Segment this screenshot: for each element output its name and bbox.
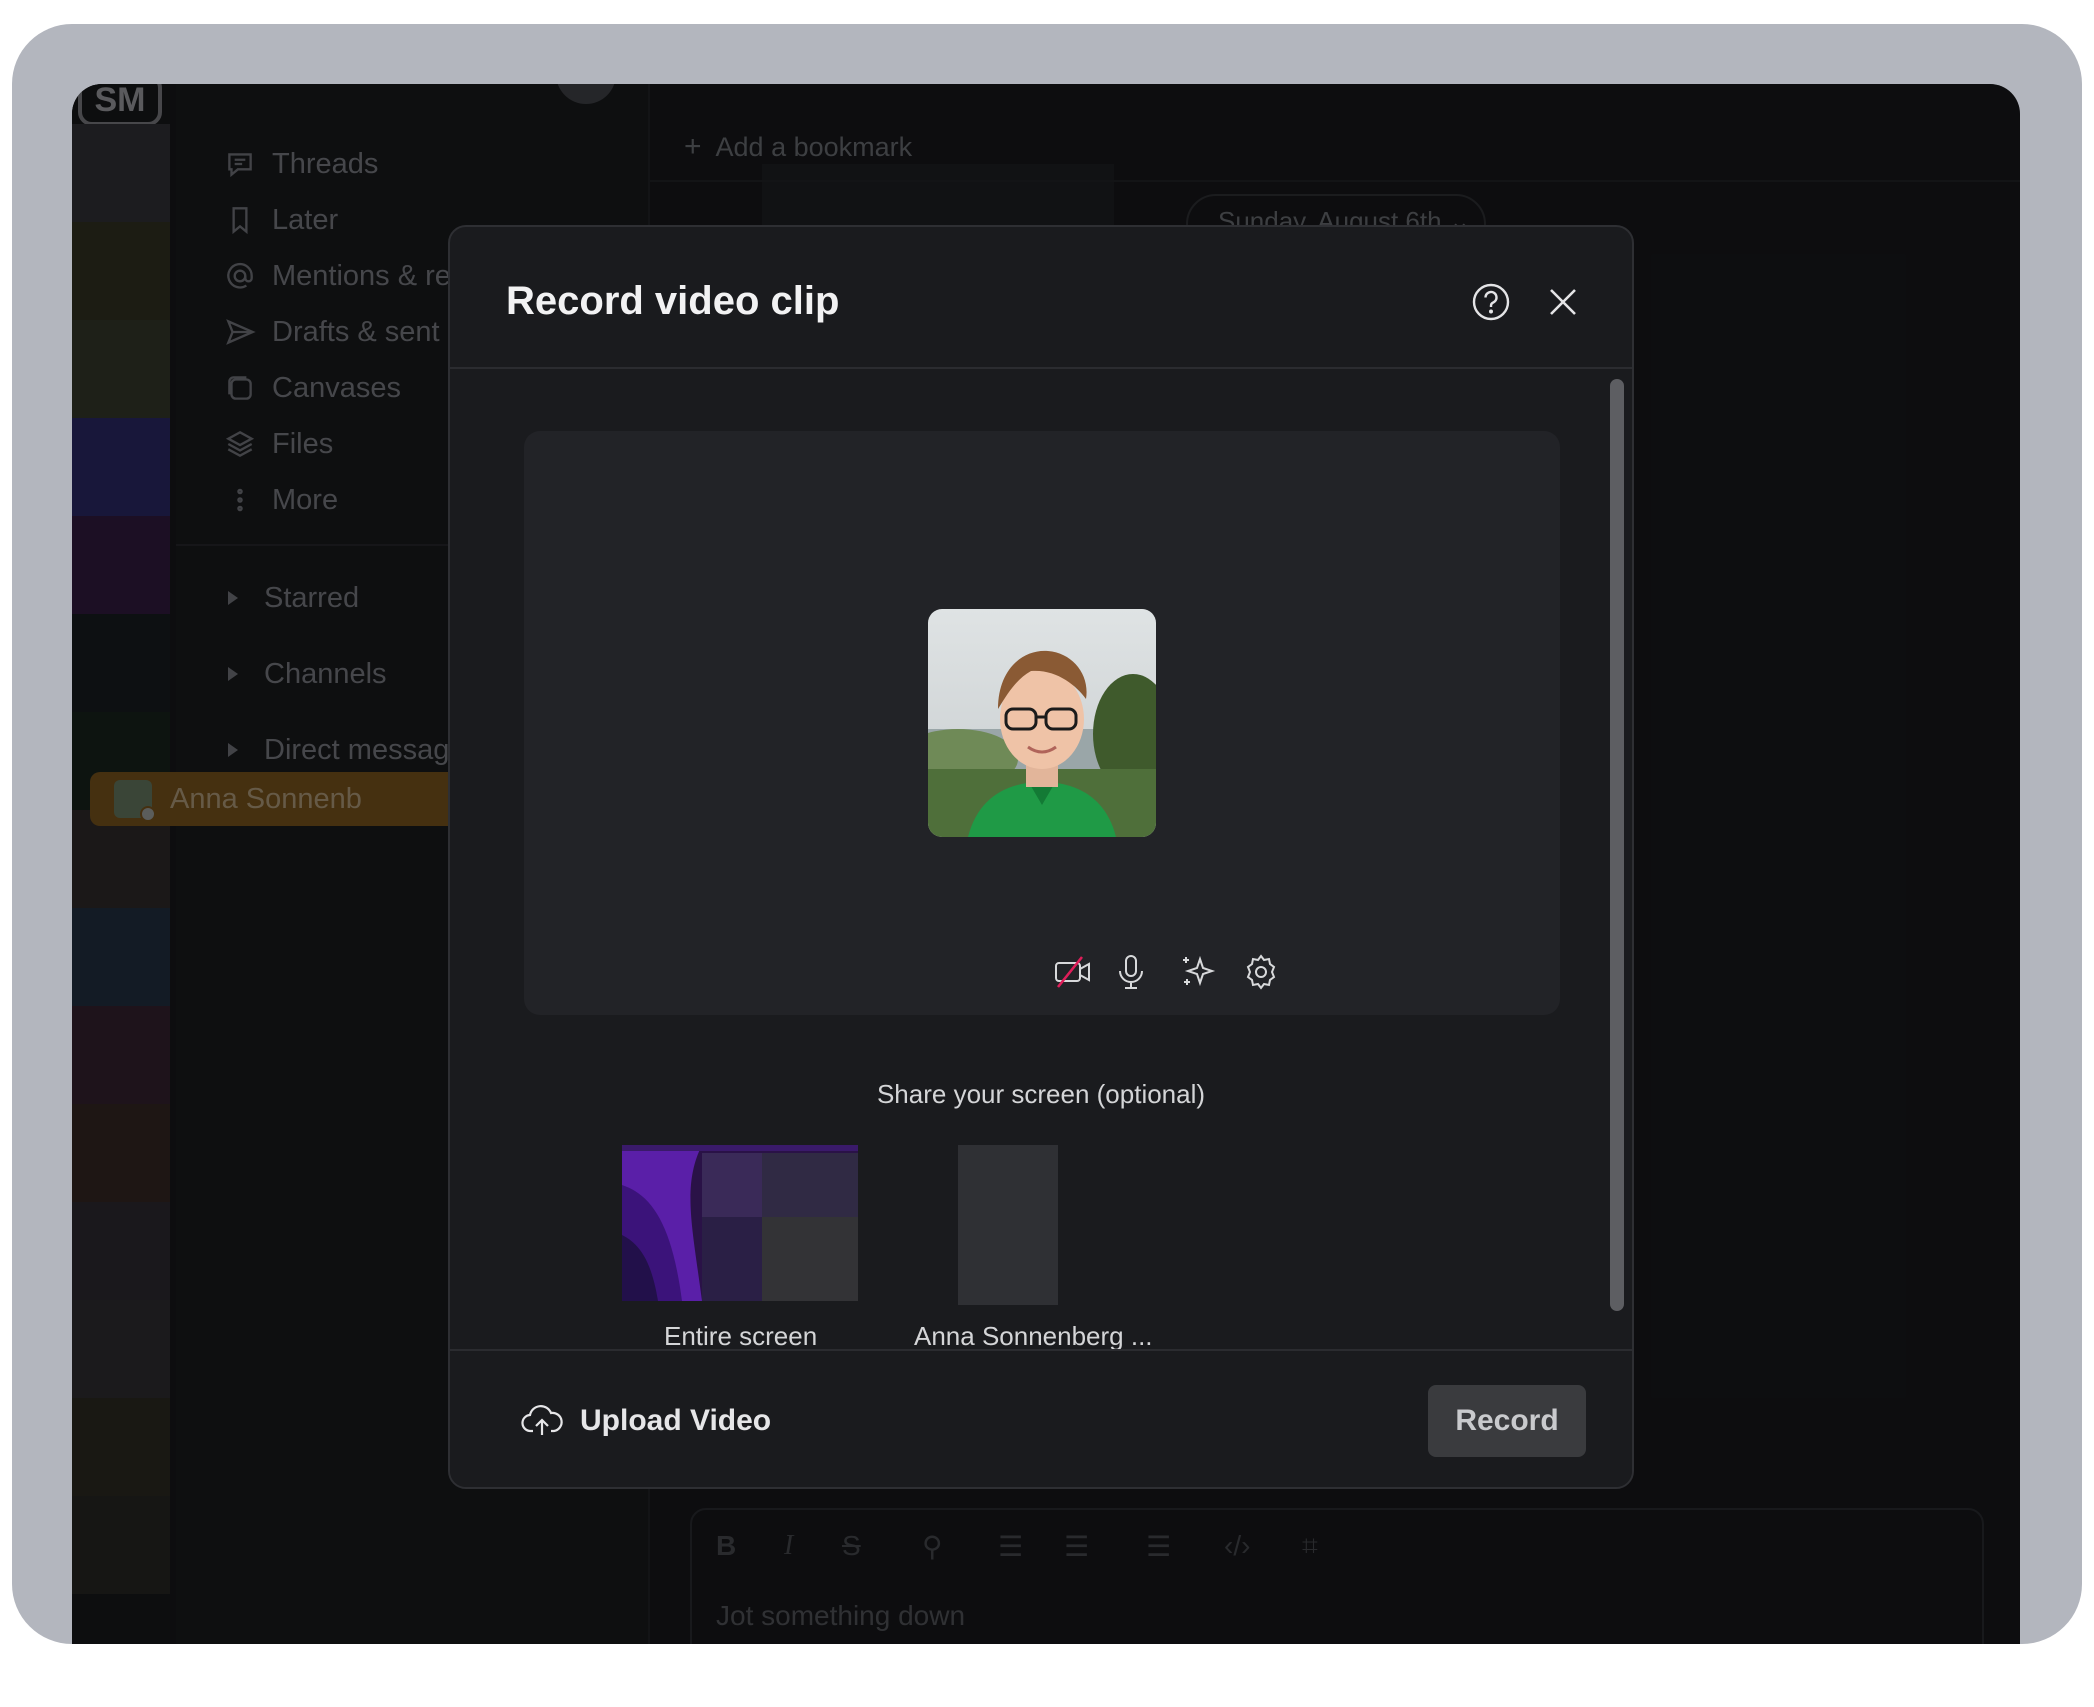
camera-preview <box>524 431 1560 1015</box>
entire-screen-option[interactable] <box>622 1145 858 1301</box>
modal-header-divider <box>450 367 1632 369</box>
gear-icon <box>1246 954 1276 990</box>
camera-avatar-photo <box>928 609 1156 837</box>
microphone-button[interactable] <box>1106 947 1156 997</box>
cloud-upload-icon <box>521 1405 563 1435</box>
entire-screen-label[interactable]: Entire screen <box>664 1321 817 1352</box>
effects-button[interactable] <box>1172 947 1222 997</box>
modal-scrollbar[interactable] <box>1610 379 1624 1311</box>
microphone-icon <box>1119 955 1143 989</box>
close-icon <box>1550 289 1576 315</box>
camera-toggle-button[interactable] <box>1048 947 1098 997</box>
modal-title: Record video clip <box>506 279 840 323</box>
record-button[interactable]: Record <box>1428 1385 1586 1457</box>
record-video-modal: Record video clip Share your screen (opt… <box>448 225 1634 1489</box>
modal-footer-divider <box>450 1349 1632 1351</box>
window-option-label[interactable]: Anna Sonnenberg ... <box>914 1321 1153 1352</box>
share-screen-label: Share your screen (optional) <box>876 1079 1206 1109</box>
camera-off-icon <box>1055 956 1090 988</box>
window-option-thumbnail[interactable] <box>958 1145 1058 1305</box>
help-icon <box>1472 283 1510 321</box>
settings-button[interactable] <box>1236 947 1286 997</box>
close-button[interactable] <box>1540 279 1586 325</box>
upload-video-button[interactable]: Upload Video <box>520 1399 771 1443</box>
upload-label: Upload Video <box>580 1404 772 1437</box>
help-button[interactable] <box>1468 279 1514 325</box>
sparkles-icon <box>1183 955 1216 987</box>
